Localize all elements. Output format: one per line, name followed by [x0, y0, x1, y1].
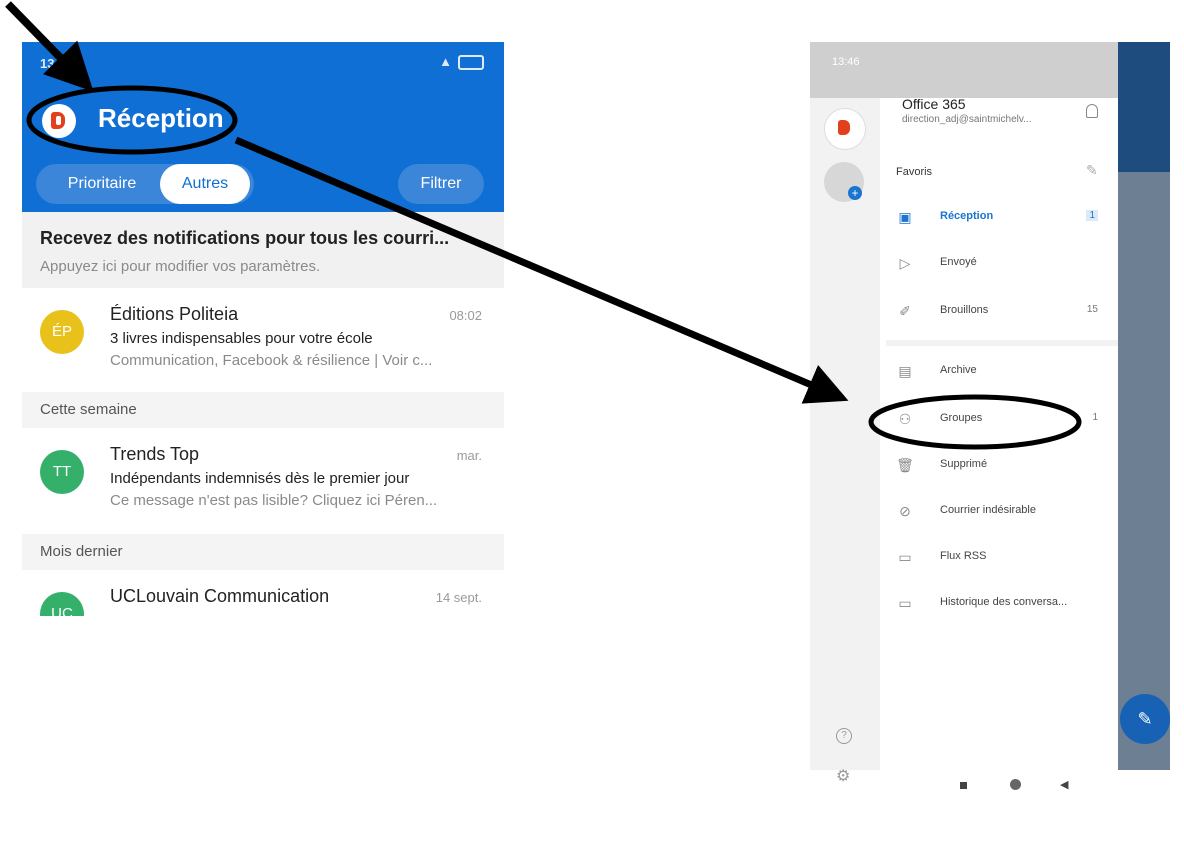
email-date: mar. — [456, 448, 482, 463]
folder-label: Envoyé — [940, 256, 977, 268]
account-name: Office 365 — [902, 96, 966, 112]
favorites-heading: Favoris — [896, 166, 933, 178]
notification-banner[interactable]: Recevez des notifications pour tous les … — [22, 212, 504, 288]
compose-icon: ✎ — [1137, 709, 1153, 729]
folder-label: Réception — [940, 210, 994, 222]
status-time: 13:46 — [832, 56, 860, 68]
email-row[interactable]: TT Trends Top mar. Indépendants indemnis… — [22, 428, 504, 524]
office-logo-icon — [51, 112, 65, 129]
folder-count: 15 — [1086, 304, 1098, 315]
folder-label: Historique des conversa... — [940, 596, 1068, 608]
folder-label: Groupes — [940, 412, 983, 424]
email-sender: Trends Top — [110, 444, 200, 464]
account-email: direction_adj@saintmichelv... — [902, 114, 1032, 125]
signal-icon: ▲ — [439, 54, 452, 69]
folder-item-reception[interactable]: ▣ Réception 1 — [896, 208, 1106, 232]
folder-label: Courrier indésirable — [940, 504, 1036, 516]
dimmed-header — [1118, 42, 1170, 172]
notification-title: Recevez des notifications pour tous les … — [40, 228, 450, 248]
email-preview: Ce message n'est pas lisible? Cliquez ic… — [110, 492, 438, 509]
folder-icon: ▭ — [898, 549, 912, 565]
junk-icon: ⊘ — [899, 503, 911, 519]
folder-item-groupes[interactable]: ⚇ Groupes 1 — [896, 410, 1106, 434]
filter-button[interactable]: Filtrer — [398, 164, 484, 204]
folder-item-archive[interactable]: ▤ Archive — [896, 362, 1106, 386]
android-navbar: ◀ — [880, 770, 1170, 810]
inbox-icon: ▣ — [898, 209, 912, 225]
send-icon: ▷ — [899, 255, 911, 271]
folder-count: 1 — [1092, 412, 1098, 423]
back-icon[interactable]: ◀ — [1060, 778, 1068, 791]
folder-label: Flux RSS — [940, 550, 987, 562]
email-date: 14 sept. — [435, 590, 482, 605]
office-logo-icon — [838, 120, 850, 135]
left-phone-screen: 13 ▲ Réception Prioritaire Autres Filtre… — [22, 42, 504, 616]
home-icon[interactable] — [1010, 779, 1021, 790]
folder-label: Brouillons — [940, 304, 989, 316]
pencil-icon[interactable]: ✎ — [1086, 162, 1098, 179]
email-row[interactable]: UC UCLouvain Communication 14 sept. — [22, 570, 504, 616]
divider — [886, 340, 1118, 346]
avatar: UC — [40, 592, 84, 616]
folder-item-envoye[interactable]: ▷ Envoyé — [896, 254, 1106, 278]
page-title: Réception — [98, 103, 224, 133]
folder-icon: ▭ — [898, 595, 912, 611]
email-row[interactable]: ÉP Éditions Politeia 08:02 3 livres indi… — [22, 288, 504, 384]
folder-count: 1 — [1086, 210, 1098, 221]
section-this-week: Cette semaine — [22, 392, 504, 428]
help-icon[interactable]: ? — [836, 728, 852, 744]
bell-icon[interactable] — [1086, 104, 1098, 118]
draft-icon: ✐ — [899, 303, 911, 319]
folder-item-supprime[interactable]: 🗑 Supprimé — [896, 456, 1106, 480]
add-account-button[interactable]: + — [824, 162, 864, 202]
inbox-header: 13 ▲ Réception Prioritaire Autres Filtre… — [22, 42, 504, 212]
folder-item-historique[interactable]: ▭ Historique des conversa... — [896, 594, 1106, 618]
tab-prioritaire[interactable]: Prioritaire — [42, 164, 162, 204]
recent-apps-icon[interactable] — [960, 782, 967, 789]
inbox-tabs: Prioritaire Autres — [36, 164, 254, 204]
section-last-month: Mois dernier — [22, 534, 504, 570]
groups-icon: ⚇ — [898, 411, 912, 427]
email-sender: UCLouvain Communication — [110, 586, 330, 606]
office-account-avatar[interactable] — [824, 108, 866, 150]
gear-icon[interactable]: ⚙ — [836, 766, 850, 786]
notification-subtitle: Appuyez ici pour modifier vos paramètres… — [40, 258, 321, 275]
office-account-button[interactable] — [42, 104, 76, 138]
battery-icon — [458, 55, 484, 71]
right-phone-screen: 13:46 + Office 365 direction_adj@saintmi… — [810, 42, 1170, 810]
tab-autres[interactable]: Autres — [160, 164, 250, 204]
email-subject: 3 livres indispensables pour votre école — [110, 330, 373, 347]
email-date: 08:02 — [449, 308, 482, 323]
status-icons: ▲ — [439, 54, 484, 71]
folder-label: Archive — [940, 364, 977, 376]
folder-item-flux-rss[interactable]: ▭ Flux RSS — [896, 548, 1106, 572]
folder-drawer — [880, 98, 1118, 770]
trash-icon: 🗑 — [896, 457, 914, 473]
folder-item-courrier-indesirable[interactable]: ⊘ Courrier indésirable — [896, 502, 1106, 526]
email-sender: Éditions Politeia — [110, 304, 239, 324]
folder-label: Supprimé — [940, 458, 988, 470]
email-preview: Communication, Facebook & résilience | V… — [110, 352, 433, 369]
plus-icon: + — [848, 186, 862, 200]
avatar: ÉP — [40, 310, 84, 354]
folder-item-brouillons[interactable]: ✐ Brouillons 15 — [896, 302, 1106, 326]
email-subject: Indépendants indemnisés dès le premier j… — [110, 470, 410, 487]
compose-button[interactable]: ✎ — [1120, 694, 1170, 744]
status-bar: 13:46 — [810, 42, 1118, 98]
account-rail — [810, 42, 880, 770]
archive-icon: ▤ — [898, 363, 912, 379]
status-time: 13 — [40, 56, 55, 71]
avatar: TT — [40, 450, 84, 494]
